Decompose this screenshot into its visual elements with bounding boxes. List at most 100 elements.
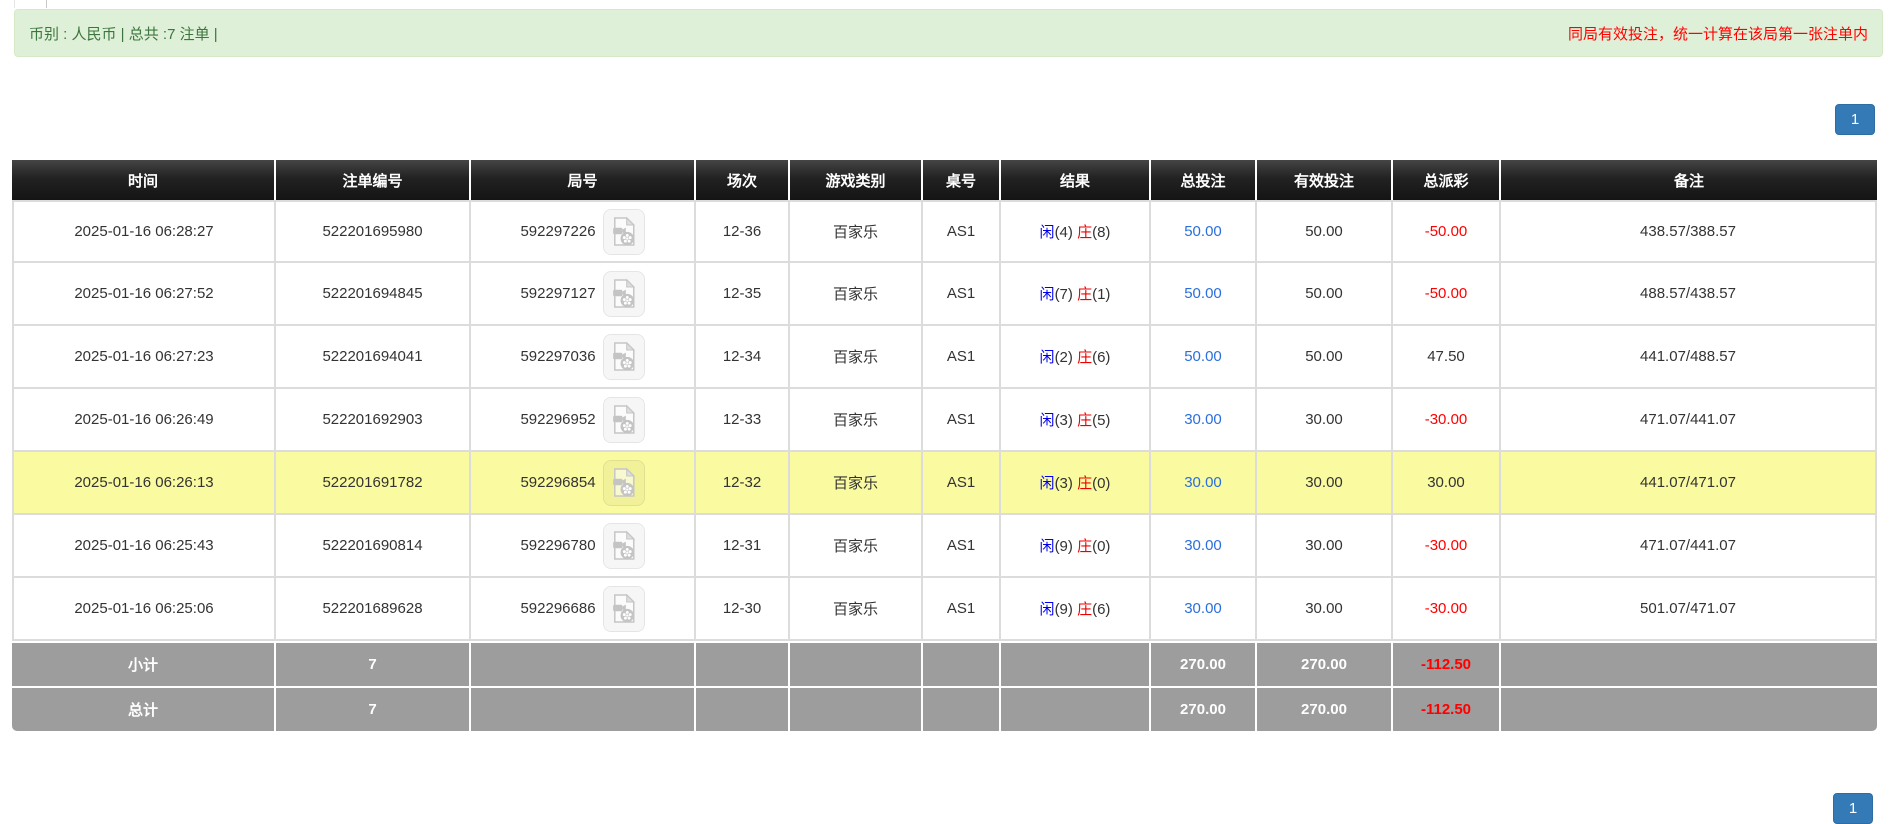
valid-bet-cell: 50.00 xyxy=(1257,326,1393,389)
table-row: 2025-01-16 06:27:52 522201694845 5922971… xyxy=(12,263,1877,326)
table-row: 2025-01-16 06:28:27 522201695980 5922972… xyxy=(12,200,1877,263)
payout-cell: 47.50 xyxy=(1393,326,1501,389)
banker-label: 庄 xyxy=(1077,475,1093,492)
col-total-bet: 总投注 xyxy=(1151,160,1257,200)
game-type-cell: 百家乐 xyxy=(790,326,923,389)
video-replay-button[interactable] xyxy=(602,208,645,255)
session-cell: 12-33 xyxy=(696,389,790,452)
banker-count: (8) xyxy=(1092,224,1111,241)
video-replay-button[interactable] xyxy=(602,585,645,632)
game-type-cell: 百家乐 xyxy=(790,452,923,515)
valid-bet-notice-text: 同局有效投注，统一计算在该局第一张注单内 xyxy=(1567,25,1868,43)
table-id-cell: AS1 xyxy=(923,389,1001,452)
banker-count: (5) xyxy=(1092,412,1111,429)
video-replay-button[interactable] xyxy=(602,459,645,506)
total-bet-link[interactable]: 30.00 xyxy=(1184,537,1222,554)
round-id-text: 592297226 xyxy=(520,223,596,240)
table-body: 2025-01-16 06:28:27 522201695980 5922972… xyxy=(12,200,1877,641)
time-cell: 2025-01-16 06:26:49 xyxy=(12,389,276,452)
round-id-text: 592296686 xyxy=(520,600,596,617)
film-document-icon xyxy=(611,467,637,498)
valid-bet-cell: 50.00 xyxy=(1257,200,1393,263)
col-payout: 总派彩 xyxy=(1393,160,1501,200)
table-id-cell: AS1 xyxy=(923,452,1001,515)
round-id-cell: 592296854 xyxy=(471,452,696,515)
col-round-id: 局号 xyxy=(471,160,696,200)
col-game-type: 游戏类别 xyxy=(790,160,923,200)
payout-cell: -30.00 xyxy=(1393,578,1501,641)
total-bet-link[interactable]: 50.00 xyxy=(1184,223,1222,240)
pagination-page-1-bottom[interactable]: 1 xyxy=(1833,793,1873,824)
game-type-cell: 百家乐 xyxy=(790,389,923,452)
remark-cell: 471.07/441.07 xyxy=(1501,515,1877,578)
subtotal-label: 小计 xyxy=(12,641,276,686)
pagination-page-1-top[interactable]: 1 xyxy=(1835,104,1875,135)
total-valid-bet: 270.00 xyxy=(1257,686,1393,731)
table-row: 2025-01-16 06:25:43 522201690814 5922967… xyxy=(12,515,1877,578)
banker-count: (0) xyxy=(1092,475,1111,492)
total-bet-cell: 30.00 xyxy=(1151,389,1257,452)
scroll-artifact xyxy=(14,0,47,8)
result-cell: 闲(7) 庄(1) xyxy=(1001,263,1151,326)
video-replay-button[interactable] xyxy=(602,522,645,569)
game-type-cell: 百家乐 xyxy=(790,515,923,578)
banker-count: (1) xyxy=(1092,286,1111,303)
film-document-icon xyxy=(611,404,637,435)
time-cell: 2025-01-16 06:28:27 xyxy=(12,200,276,263)
remark-cell: 438.57/388.57 xyxy=(1501,200,1877,263)
total-bet-link[interactable]: 30.00 xyxy=(1184,600,1222,617)
round-id-text: 592297036 xyxy=(520,348,596,365)
bet-id-cell: 522201694041 xyxy=(276,326,471,389)
total-bet-cell: 50.00 xyxy=(1151,200,1257,263)
remark-cell: 441.07/471.07 xyxy=(1501,452,1877,515)
total-bet-cell: 30.00 xyxy=(1151,452,1257,515)
game-type-cell: 百家乐 xyxy=(790,263,923,326)
col-result: 结果 xyxy=(1001,160,1151,200)
remark-cell: 471.07/441.07 xyxy=(1501,389,1877,452)
player-label: 闲 xyxy=(1039,349,1055,366)
video-replay-button[interactable] xyxy=(602,396,645,443)
bet-id-cell: 522201695980 xyxy=(276,200,471,263)
valid-bet-cell: 30.00 xyxy=(1257,389,1393,452)
banker-label: 庄 xyxy=(1077,601,1093,618)
table-id-cell: AS1 xyxy=(923,263,1001,326)
total-bet-link[interactable]: 30.00 xyxy=(1184,411,1222,428)
round-id-text: 592297127 xyxy=(520,285,596,302)
col-remark: 备注 xyxy=(1501,160,1877,200)
player-label: 闲 xyxy=(1039,538,1055,555)
round-id-cell: 592296952 xyxy=(471,389,696,452)
video-replay-button[interactable] xyxy=(602,270,645,317)
total-bet-link[interactable]: 50.00 xyxy=(1184,285,1222,302)
total-total-bet: 270.00 xyxy=(1151,686,1257,731)
film-document-icon xyxy=(611,593,637,624)
total-bet-link[interactable]: 50.00 xyxy=(1184,348,1222,365)
result-cell: 闲(2) 庄(6) xyxy=(1001,326,1151,389)
video-replay-button[interactable] xyxy=(602,333,645,380)
table-id-cell: AS1 xyxy=(923,326,1001,389)
round-id-cell: 592297036 xyxy=(471,326,696,389)
table-row: 2025-01-16 06:27:23 522201694041 5922970… xyxy=(12,326,1877,389)
film-document-icon xyxy=(611,341,637,372)
col-bet-id: 注单编号 xyxy=(276,160,471,200)
total-bet-cell: 50.00 xyxy=(1151,263,1257,326)
total-label: 总计 xyxy=(12,686,276,731)
payout-cell: -30.00 xyxy=(1393,515,1501,578)
result-cell: 闲(9) 庄(0) xyxy=(1001,515,1151,578)
bet-id-cell: 522201694845 xyxy=(276,263,471,326)
total-bet-link[interactable]: 30.00 xyxy=(1184,474,1222,491)
banker-label: 庄 xyxy=(1077,224,1093,241)
subtotal-valid-bet: 270.00 xyxy=(1257,641,1393,686)
bet-id-cell: 522201692903 xyxy=(276,389,471,452)
table-row: 2025-01-16 06:26:13 522201691782 5922968… xyxy=(12,452,1877,515)
summary-banner: 币别 : 人民币 | 总共 :7 注单 | 同局有效投注，统一计算在该局第一张注… xyxy=(14,9,1883,57)
table-id-cell: AS1 xyxy=(923,515,1001,578)
player-count: (3) xyxy=(1054,412,1073,429)
subtotal-total-bet: 270.00 xyxy=(1151,641,1257,686)
round-id-cell: 592297226 xyxy=(471,200,696,263)
session-cell: 12-32 xyxy=(696,452,790,515)
banker-count: (6) xyxy=(1092,601,1111,618)
banker-label: 庄 xyxy=(1077,286,1093,303)
banker-count: (6) xyxy=(1092,349,1111,366)
subtotal-payout: -112.50 xyxy=(1393,641,1501,686)
banker-label: 庄 xyxy=(1077,349,1093,366)
